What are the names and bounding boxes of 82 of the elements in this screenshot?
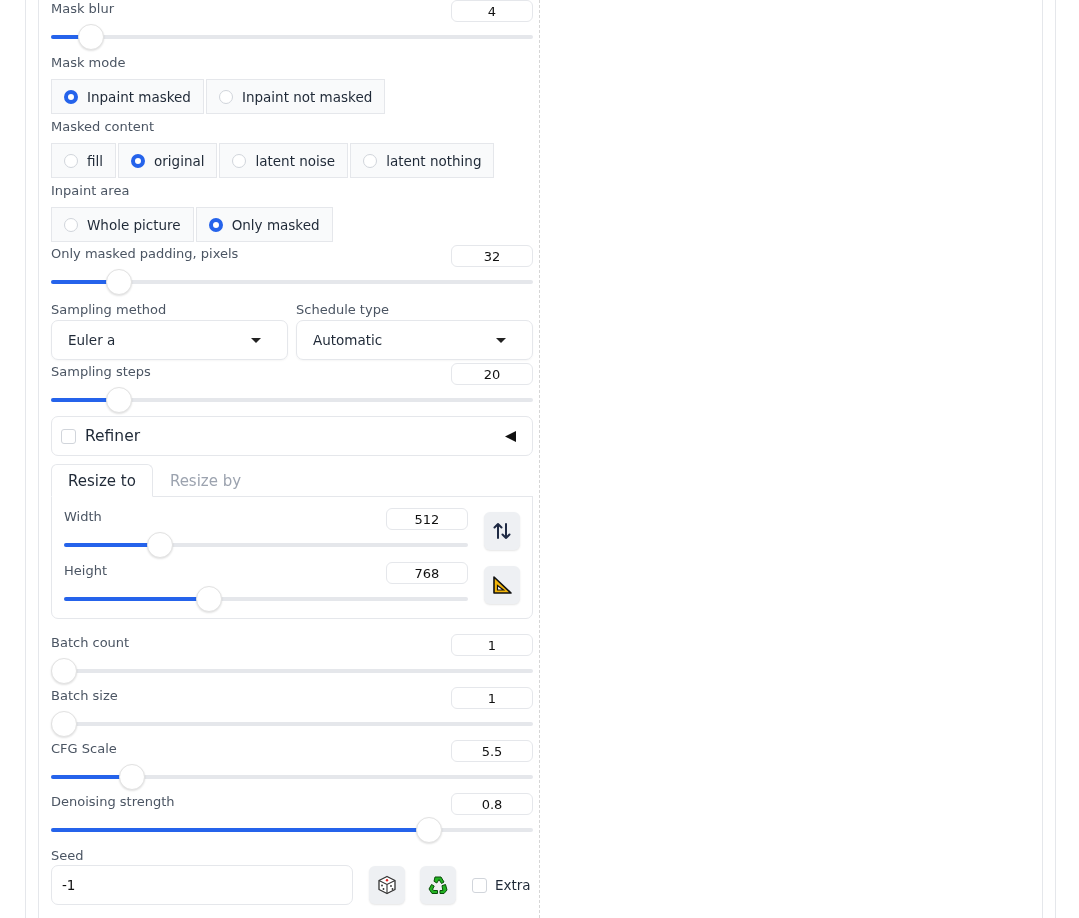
caret-icon	[496, 337, 506, 343]
slider-thumb[interactable]	[196, 586, 223, 612]
dropdown-value: Automatic	[313, 332, 383, 348]
group-label: Inpaint area	[51, 183, 131, 198]
dropdown-label: Schedule type	[296, 302, 390, 317]
number-field[interactable]: 5.5	[451, 740, 533, 762]
accordion-header[interactable]: Refiner	[51, 416, 533, 456]
option-label: Only masked	[231, 216, 320, 233]
slider-thumb[interactable]	[147, 532, 174, 558]
slider[interactable]	[51, 711, 533, 737]
radio-option[interactable]: Inpaint not masked	[205, 79, 386, 114]
option-label: Whole picture	[87, 216, 181, 233]
slider[interactable]	[51, 658, 533, 684]
option-label: Inpaint not masked	[241, 88, 373, 105]
slider-thumb[interactable]	[415, 817, 442, 843]
number-field[interactable]: 512	[386, 508, 468, 530]
random-seed-button[interactable]	[369, 866, 405, 904]
number-field[interactable]: 1	[451, 634, 533, 656]
slider[interactable]	[51, 387, 533, 413]
seed-label: Seed	[51, 848, 85, 863]
dropdown[interactable]: Automatic	[296, 320, 533, 360]
slider-thumb[interactable]	[78, 24, 105, 50]
radio-option[interactable]: original	[118, 143, 218, 178]
swap-button[interactable]	[484, 512, 520, 550]
number-field[interactable]: 4	[451, 0, 533, 22]
seed-field[interactable]: -1	[51, 865, 353, 905]
accordion-title: Refiner	[85, 427, 142, 445]
slider-label: Batch count	[51, 634, 130, 650]
dropdown[interactable]: Euler a	[51, 320, 288, 360]
slider-label: Width	[64, 508, 102, 524]
slider-label: CFG Scale	[51, 740, 117, 756]
radio-button[interactable]	[208, 217, 223, 232]
slider-label: Batch size	[51, 687, 118, 703]
slider-label: Denoising strength	[51, 793, 175, 809]
radio-option[interactable]: Only masked	[195, 207, 333, 242]
tab[interactable]: Resize to	[51, 464, 153, 497]
slider[interactable]	[51, 764, 533, 790]
slider[interactable]	[64, 532, 468, 558]
number-field[interactable]: 0.8	[451, 793, 533, 815]
option-label: Inpaint masked	[87, 88, 191, 105]
extra-checkbox[interactable]: Extra	[472, 877, 531, 893]
group-label: Mask mode	[51, 55, 127, 70]
number-field[interactable]: 1	[451, 687, 533, 709]
number-field[interactable]: 32	[451, 245, 533, 267]
slider-label: Only masked padding, pixels	[51, 245, 239, 261]
radio-button[interactable]	[64, 89, 78, 104]
slider-thumb[interactable]	[119, 764, 146, 790]
slider[interactable]	[51, 24, 533, 50]
checkbox-label: Extra	[495, 877, 531, 893]
slider-thumb[interactable]	[51, 711, 77, 737]
slider-label: Height	[64, 562, 107, 578]
number-field[interactable]: 768	[386, 562, 468, 584]
number-field[interactable]: 20	[451, 363, 533, 385]
option-label: original	[154, 152, 205, 169]
dropdown-label: Sampling method	[51, 302, 168, 317]
dropdown-value: Euler a	[68, 332, 116, 348]
checkbox[interactable]	[61, 428, 76, 444]
slider[interactable]	[51, 269, 533, 295]
dice-icon	[377, 875, 397, 895]
checkbox[interactable]	[472, 877, 487, 893]
recycle-icon	[428, 875, 448, 895]
reuse-seed-button[interactable]	[420, 866, 456, 904]
aspect-ratio-button[interactable]	[484, 566, 520, 604]
slider-thumb[interactable]	[105, 387, 132, 413]
group-label: Masked content	[51, 119, 156, 134]
radio-option[interactable]: latent noise	[219, 143, 349, 178]
slider[interactable]	[51, 817, 533, 843]
up-down-arrows-icon	[493, 522, 511, 540]
radio-option[interactable]: Whole picture	[51, 207, 194, 242]
radio-option[interactable]: fill	[51, 143, 116, 178]
slider[interactable]	[64, 586, 468, 612]
slider-label: Mask blur	[51, 0, 115, 16]
option-label: latent noise	[255, 152, 336, 169]
option-label: fill	[87, 152, 103, 169]
caret-icon	[251, 337, 261, 343]
slider-thumb[interactable]	[51, 658, 77, 684]
radio-button[interactable]	[131, 153, 145, 168]
radio-option[interactable]: latent nothing	[350, 143, 495, 178]
slider-label: Sampling steps	[51, 363, 151, 379]
radio-option[interactable]: Inpaint masked	[51, 79, 204, 114]
slider-thumb[interactable]	[105, 269, 132, 295]
option-label: latent nothing	[386, 152, 482, 169]
